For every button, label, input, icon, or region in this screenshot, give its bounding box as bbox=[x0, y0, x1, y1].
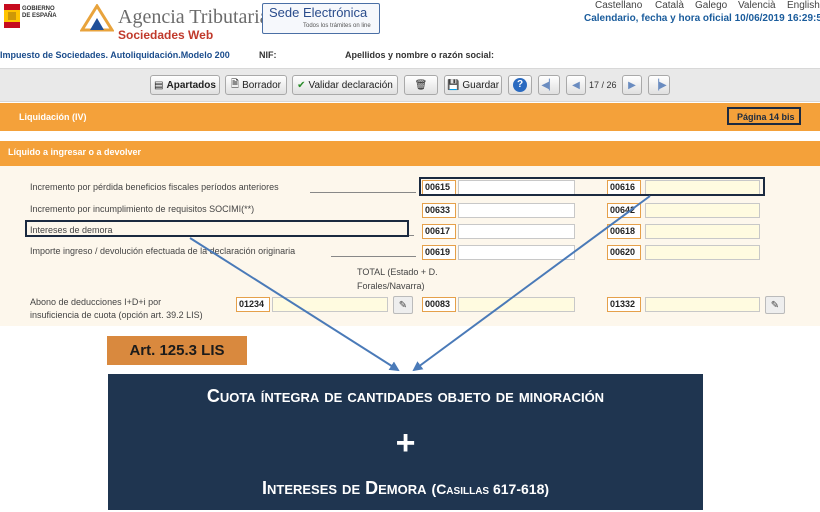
explanation-box: Cuota íntegra de cantidades objeto de mi… bbox=[108, 374, 703, 510]
art-label-box: Art. 125.3 LIS bbox=[107, 336, 247, 365]
explanation-line2: Intereses de Demora (Casillas 617-618) bbox=[261, 478, 550, 498]
arrow-from-615-616 bbox=[412, 195, 651, 372]
explanation-plus: + bbox=[395, 424, 416, 462]
art-label: Art. 125.3 LIS bbox=[129, 342, 225, 359]
explanation-line1: Cuota íntegra de cantidades objeto de mi… bbox=[206, 386, 605, 406]
